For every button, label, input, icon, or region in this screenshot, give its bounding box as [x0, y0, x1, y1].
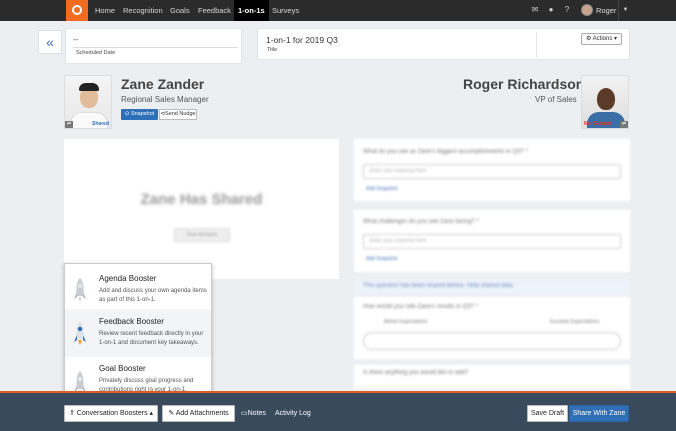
nav-feedback[interactable]: Feedback [198, 0, 231, 21]
user-name[interactable]: Roger [596, 0, 616, 21]
rocket-icon [74, 321, 86, 345]
conversation-boosters-menu: Agenda Booster Add and discuss your own … [64, 263, 212, 401]
goal-booster-title: Goal Booster [99, 364, 146, 373]
rating-label-low: Below Expectations [384, 319, 428, 325]
nav-surveys[interactable]: Surveys [272, 0, 299, 21]
manager-status: Not Started [584, 121, 611, 127]
save-draft-button[interactable]: Save Draft [527, 405, 568, 422]
nav-1on1s[interactable]: 1-on-1s [234, 0, 269, 21]
top-nav: Home Recognition Goals Feedback 1-on-1s … [0, 0, 676, 21]
expand-icon[interactable]: ⇄ [620, 121, 628, 128]
send-nudge-button[interactable]: ⊲Send Nudge [159, 109, 197, 120]
scheduled-date-value[interactable]: -- [73, 35, 78, 44]
add-attachments-button[interactable]: ✎ Add Attachments [162, 405, 235, 422]
manager-photo: Not Started ⇄ [581, 75, 629, 129]
question-text: What challenges do you see Zane facing? … [363, 219, 479, 225]
title-card: 1-on-1 for 2019 Q3 Title ⚙ Actions ▾ [257, 28, 630, 60]
user-avatar[interactable] [581, 4, 593, 16]
back-button[interactable]: « [38, 30, 62, 54]
snapshot-label: Snapshot [130, 111, 155, 117]
rating-label-high: Exceeds Expectations [550, 319, 600, 325]
agenda-booster-item[interactable]: Agenda Booster Add and discuss your own … [65, 266, 211, 314]
manager-role: VP of Sales [535, 95, 577, 104]
question-card: What challenges do you see Zane facing? … [354, 210, 630, 272]
send-nudge-label: Send Nudge [165, 111, 196, 117]
add-snapshot-link[interactable]: Add Snapshot [366, 256, 397, 262]
employee-status: Shared [92, 121, 109, 127]
rocket-icon: ⇑ [68, 410, 75, 417]
actions-label: Actions [592, 36, 613, 42]
add-snapshot-link[interactable]: Add Snapshot [366, 186, 397, 192]
conversation-boosters-label: Conversation Boosters [76, 410, 148, 417]
scheduled-date-label: Scheduled Date [76, 50, 116, 56]
meeting-title[interactable]: 1-on-1 for 2019 Q3 [266, 35, 338, 45]
bottom-toolbar: ⇑ Conversation Boosters ▴ ✎ Add Attachme… [0, 391, 676, 431]
employee-photo: ⇄ Shared [64, 75, 112, 129]
answer-input[interactable]: Enter your response here [363, 164, 621, 179]
help-icon[interactable]: ? [562, 5, 572, 15]
shared-notice: This question has been shared before. Hi… [354, 280, 630, 294]
nav-recognition[interactable]: Recognition [123, 0, 163, 21]
rocket-icon [74, 278, 86, 302]
mail-icon[interactable]: ✉ [530, 5, 540, 15]
feedback-booster-desc: Review recent feedback directly in your … [99, 331, 204, 346]
manager-name: Roger Richardson [463, 76, 585, 92]
feedback-booster-title: Feedback Booster [99, 317, 164, 326]
snapshot-button[interactable]: ⊙ Snapshot [121, 109, 158, 120]
logo-icon [72, 5, 82, 15]
question-text: What do you see as Zane's biggest accomp… [363, 149, 528, 155]
caret-down-icon: ▾ [614, 36, 618, 42]
agenda-booster-title: Agenda Booster [99, 274, 157, 283]
paperclip-icon: ✎ [168, 410, 175, 417]
share-button[interactable]: Share With Zane [569, 405, 629, 422]
add-attachments-label: Add Attachments [175, 410, 229, 417]
view-answers-button[interactable]: View Answers [174, 228, 230, 242]
actions-button[interactable]: ⚙ Actions ▾ [581, 33, 622, 45]
expand-icon[interactable]: ⇄ [65, 121, 73, 128]
employee-role: Regional Sales Manager [121, 95, 209, 104]
scheduled-date-card: -- Scheduled Date [65, 28, 242, 64]
activity-log-button[interactable]: Activity Log [275, 405, 311, 422]
question-text: How would you rate Zane's results in Q3?… [363, 304, 478, 310]
double-chevron-left-icon: « [46, 34, 54, 50]
divider [536, 32, 537, 58]
scheduled-date-underline [73, 47, 238, 48]
agenda-booster-desc: Add and discuss your own agenda items as… [99, 288, 207, 303]
notes-icon: ▭ [241, 410, 248, 417]
shared-title: Zane Has Shared [140, 191, 263, 208]
title-label: Title [267, 47, 278, 53]
notes-button[interactable]: ▭Notes [241, 405, 266, 422]
caret-up-icon: ▴ [149, 410, 154, 417]
rating-scale[interactable] [363, 332, 621, 350]
snapshot-icon: ⊙ [124, 111, 130, 117]
user-menu-caret-icon[interactable]: ▼ [618, 0, 632, 21]
employee-name: Zane Zander [121, 76, 205, 92]
notes-label: Notes [247, 410, 266, 417]
app-logo[interactable] [66, 0, 88, 21]
conversation-boosters-button[interactable]: ⇑ Conversation Boosters ▴ [64, 405, 158, 422]
question-card: Is there anything you would like to add? [354, 365, 630, 389]
question-card: How would you rate Zane's results in Q3?… [354, 297, 630, 359]
question-card: What do you see as Zane's biggest accomp… [354, 139, 630, 201]
nav-home[interactable]: Home [95, 0, 115, 21]
bell-icon[interactable]: ● [546, 5, 556, 15]
answer-input[interactable]: Enter your response here [363, 234, 621, 249]
question-text: Is there anything you would like to add? [363, 370, 469, 376]
shared-notice-text[interactable]: This question has been shared before. Hi… [363, 283, 513, 289]
feedback-booster-item[interactable]: Feedback Booster Review recent feedback … [65, 309, 211, 401]
shared-panel: Zane Has Shared View Answers [64, 139, 339, 279]
nav-goals[interactable]: Goals [170, 0, 190, 21]
gear-icon: ⚙ [585, 36, 592, 42]
